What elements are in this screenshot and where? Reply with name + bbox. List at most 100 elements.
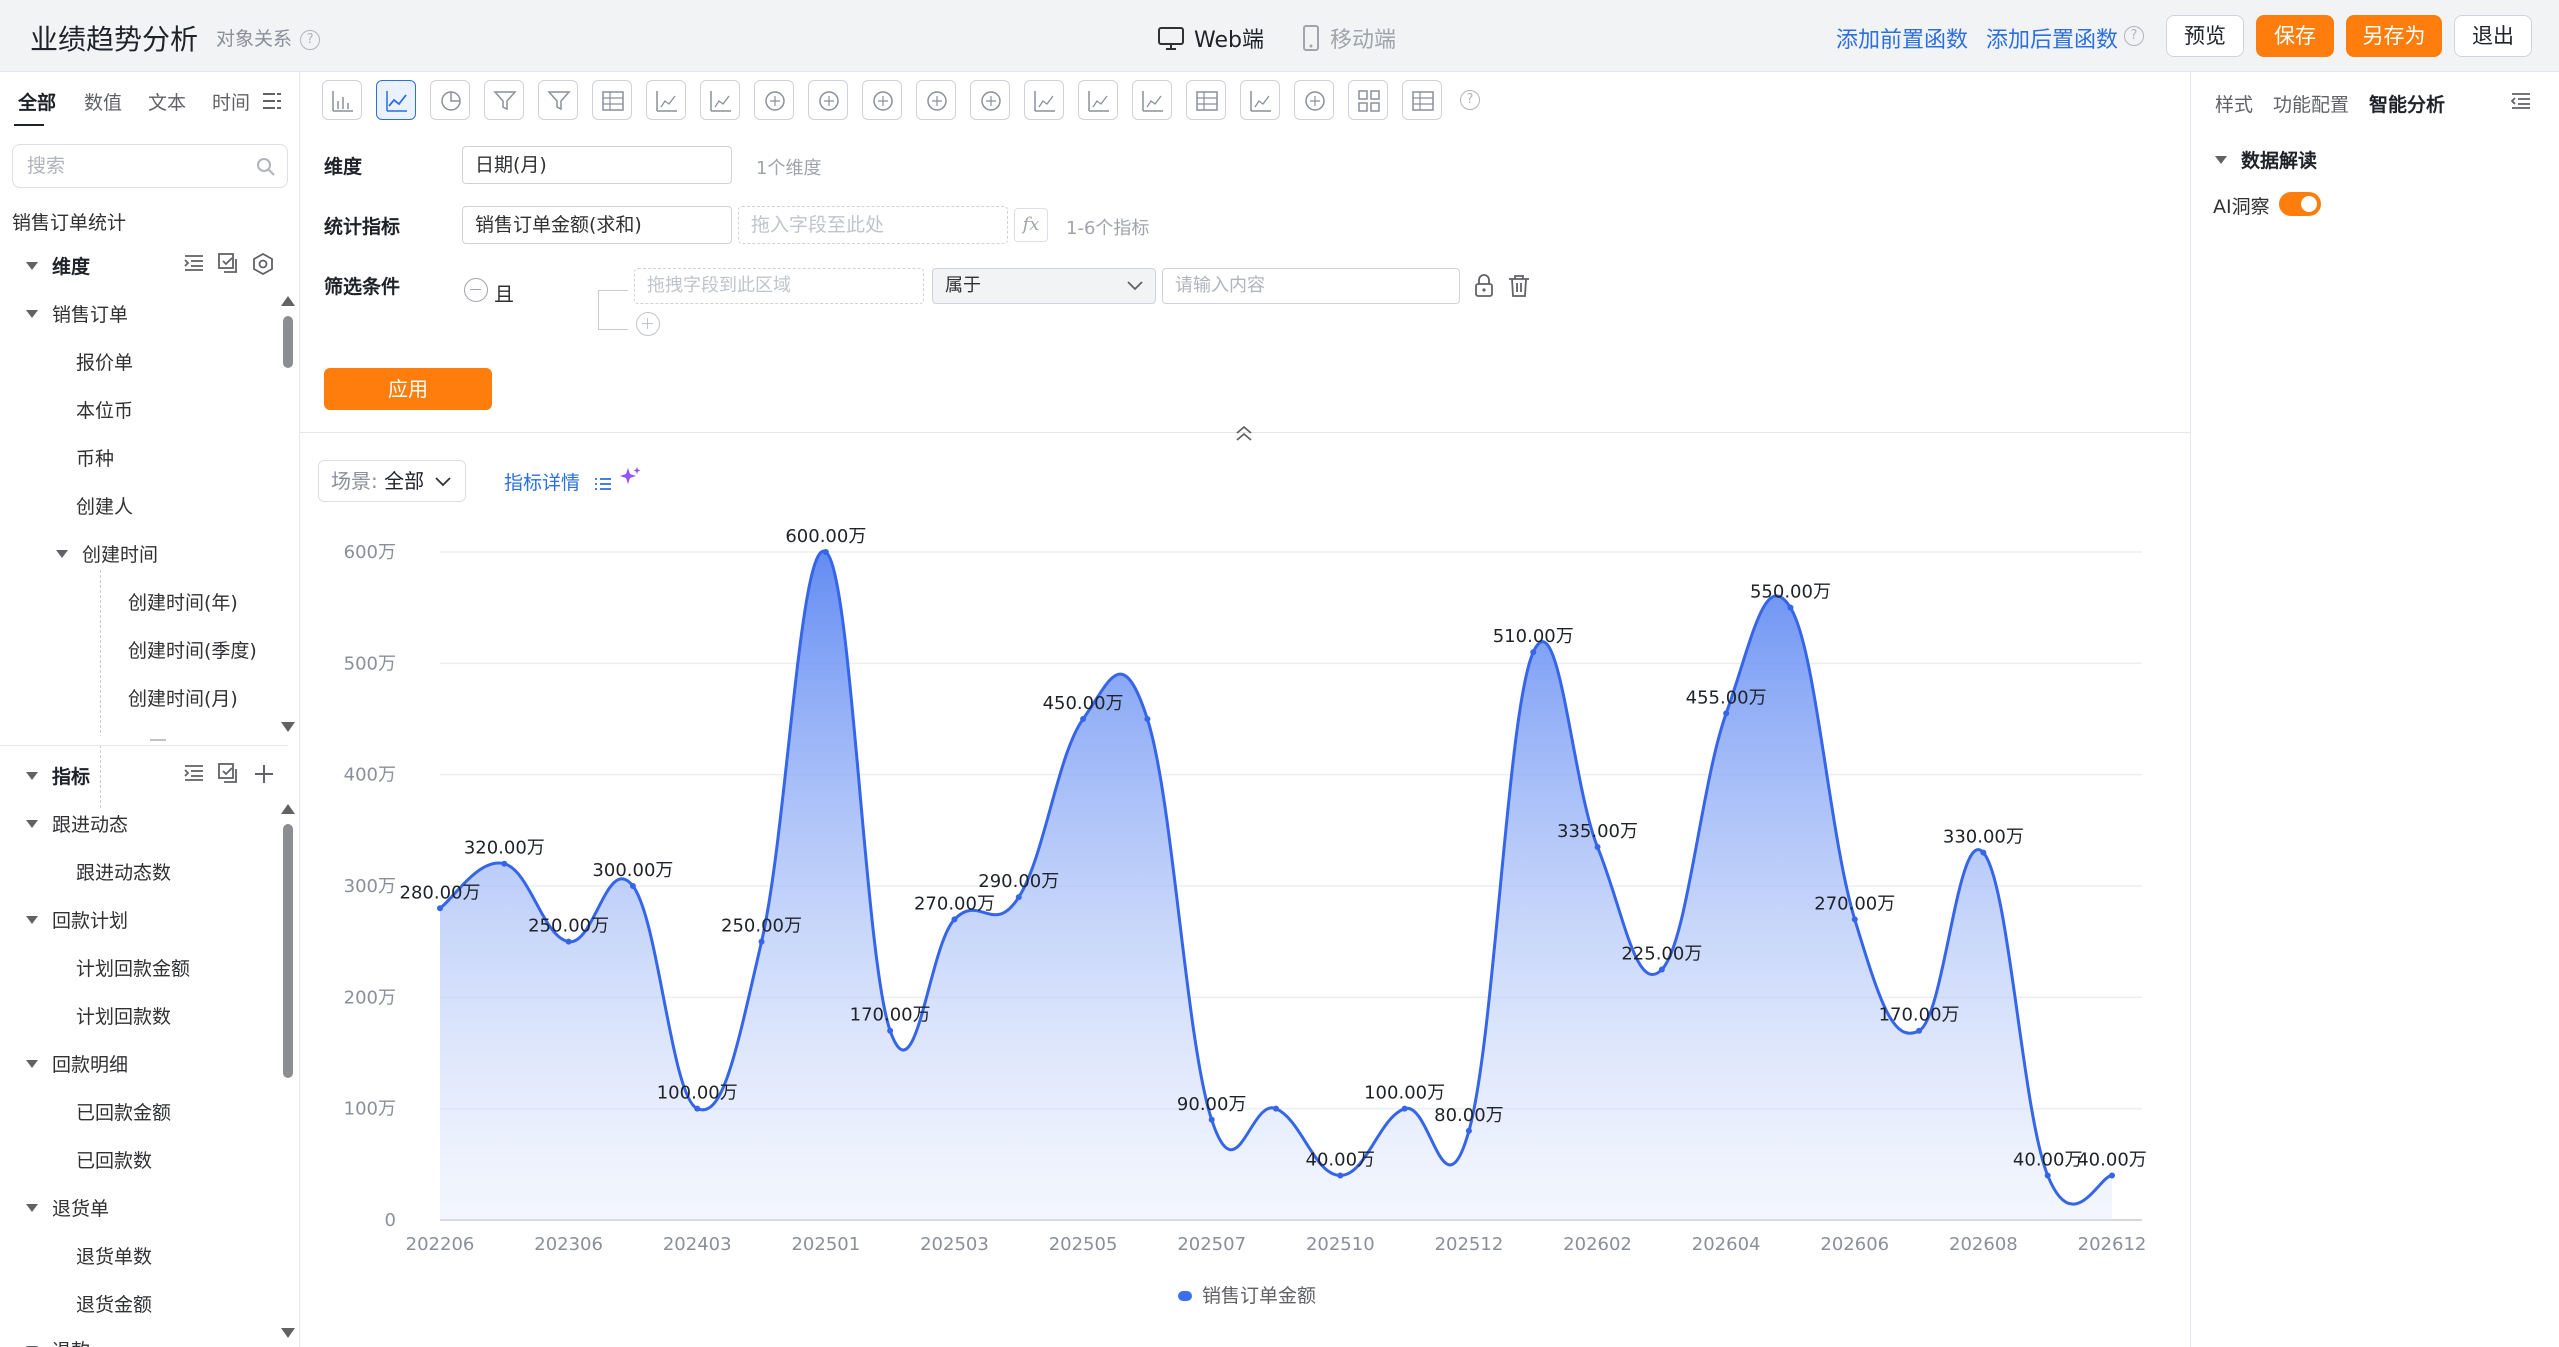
metric-field[interactable]: 销售订单金额(求和) [462, 206, 732, 244]
filter-field-drop-zone[interactable]: 拖拽字段到此区域 [634, 268, 924, 304]
tree-item[interactable]: 退货单数 [76, 1242, 152, 1269]
tree-item[interactable]: 创建时间(年) [128, 588, 238, 615]
help-icon[interactable]: ? [1460, 90, 1480, 110]
mode-web-tab[interactable]: Web端 [1158, 22, 1264, 54]
settings-icon[interactable] [252, 253, 274, 275]
tree-item[interactable]: 计划回款金额 [76, 954, 190, 981]
add-post-function-link[interactable]: 添加后置函数 [1986, 22, 2118, 54]
data-point[interactable] [1723, 710, 1730, 717]
scatter-icon[interactable] [1240, 80, 1280, 120]
tab-smart-analysis[interactable]: 智能分析 [2369, 90, 2445, 117]
dimension-section-header[interactable]: 维度 [26, 252, 90, 279]
multi-select-icon[interactable] [218, 253, 238, 273]
data-point[interactable] [1851, 916, 1858, 923]
data-point[interactable] [1594, 844, 1601, 851]
metric-detail-link[interactable]: 指标详情 [504, 468, 612, 495]
data-point[interactable] [758, 938, 765, 945]
data-point[interactable] [1658, 966, 1665, 973]
collapse-panel-icon[interactable] [2511, 92, 2531, 110]
scroll-down-arrow[interactable] [281, 722, 295, 732]
tree-item[interactable]: 已回款数 [76, 1146, 152, 1173]
data-point[interactable] [565, 938, 572, 945]
scroll-down-arrow[interactable] [281, 1328, 295, 1338]
column-icon[interactable] [1024, 80, 1064, 120]
funnel-alt-icon[interactable] [538, 80, 578, 120]
list-menu-icon[interactable] [262, 92, 282, 110]
tree-group-refund[interactable]: 退款 [26, 1336, 90, 1347]
grid-icon[interactable] [1348, 80, 1388, 120]
search-input[interactable]: 搜索 [12, 144, 288, 188]
heatmap-icon[interactable] [1132, 80, 1172, 120]
scrollbar-thumb[interactable] [283, 824, 293, 1078]
line-trend-icon[interactable] [1078, 80, 1118, 120]
ai-sparkle-icon[interactable] [618, 466, 642, 490]
data-point[interactable] [437, 905, 443, 912]
tree-item[interactable]: 报价单 [76, 348, 133, 375]
remove-condition-icon[interactable] [464, 278, 488, 302]
data-point[interactable] [1787, 604, 1794, 611]
bar-chart-icon[interactable] [322, 80, 362, 120]
tree-item[interactable]: 本位币 [76, 396, 133, 423]
tree-item[interactable]: 币种 [76, 444, 114, 471]
tab-style[interactable]: 样式 [2215, 90, 2253, 117]
add-condition-icon[interactable] [636, 312, 660, 336]
card-icon[interactable] [700, 80, 740, 120]
tree-item[interactable]: 创建时间(月) [128, 684, 238, 711]
filter-operator-select[interactable]: 属于 [932, 268, 1156, 304]
data-point[interactable] [1465, 1127, 1472, 1134]
scrollbar-thumb[interactable] [283, 316, 293, 368]
filter-value-input[interactable]: 请输入内容 [1162, 268, 1460, 304]
add-pre-function-link[interactable]: 添加前置函数 [1836, 22, 1968, 54]
table-icon[interactable] [592, 80, 632, 120]
funnel-chart-icon[interactable] [484, 80, 524, 120]
data-point[interactable] [887, 1027, 894, 1034]
data-point[interactable] [1144, 716, 1151, 722]
delete-icon[interactable] [1508, 274, 1530, 298]
data-point[interactable] [2044, 1172, 2051, 1179]
collapse-caret-icon[interactable] [26, 820, 38, 828]
tab-function-config[interactable]: 功能配置 [2273, 90, 2349, 117]
tab-number[interactable]: 数值 [84, 88, 122, 115]
detail-list-icon[interactable] [1402, 80, 1442, 120]
drag-handle-icon[interactable] [150, 739, 166, 741]
tree-item[interactable]: 跟进动态数 [76, 858, 171, 885]
save-as-button[interactable]: 另存为 [2346, 15, 2442, 57]
combo-chart-icon[interactable] [646, 80, 686, 120]
pie-chart-icon[interactable] [430, 80, 470, 120]
tree-group-follow-up[interactable]: 跟进动态 [26, 810, 128, 837]
lock-icon[interactable] [1474, 274, 1494, 298]
tab-all[interactable]: 全部 [18, 88, 56, 115]
mode-mobile-tab[interactable]: 移动端 [1302, 22, 1396, 54]
tree-item[interactable]: 创建人 [76, 492, 133, 519]
formula-icon[interactable]: fx [1014, 208, 1048, 242]
tree-group-payment-detail[interactable]: 回款明细 [26, 1050, 128, 1077]
data-point[interactable] [1208, 1116, 1215, 1123]
tree-group-return-order[interactable]: 退货单 [26, 1194, 109, 1221]
data-point[interactable] [1337, 1172, 1344, 1179]
save-button[interactable]: 保存 [2256, 15, 2334, 57]
tree-group-payment-plan[interactable]: 回款计划 [26, 906, 128, 933]
gauge-icon[interactable] [754, 80, 794, 120]
exit-button[interactable]: 退出 [2454, 15, 2532, 57]
data-point[interactable] [951, 916, 958, 923]
tree-group-create-time[interactable]: 创建时间 [56, 540, 158, 567]
ai-insight-toggle[interactable] [2279, 192, 2321, 216]
radar-icon[interactable] [1294, 80, 1334, 120]
data-point[interactable] [822, 549, 829, 555]
collapse-caret-icon[interactable] [26, 1204, 38, 1212]
data-point[interactable] [629, 883, 636, 889]
collapse-up-icon[interactable] [1234, 424, 1254, 442]
map-china-icon[interactable] [808, 80, 848, 120]
scene-select[interactable]: 场景: 全部 [318, 460, 466, 502]
section-resizer[interactable] [0, 736, 288, 746]
object-relation-link[interactable]: 对象关系? [216, 24, 321, 51]
collapse-caret-icon[interactable] [26, 310, 38, 318]
collapse-caret-icon[interactable] [26, 262, 38, 270]
data-point[interactable] [1530, 649, 1537, 656]
filter-logic[interactable]: 且 [494, 278, 514, 307]
collapse-caret-icon[interactable] [26, 772, 38, 780]
section-data-interpretation[interactable]: 数据解读 [2215, 146, 2317, 173]
tab-time[interactable]: 时间 [212, 88, 250, 115]
metric-section-header[interactable]: 指标 [26, 762, 90, 789]
chart-legend[interactable]: 销售订单金额 [1178, 1281, 1316, 1308]
